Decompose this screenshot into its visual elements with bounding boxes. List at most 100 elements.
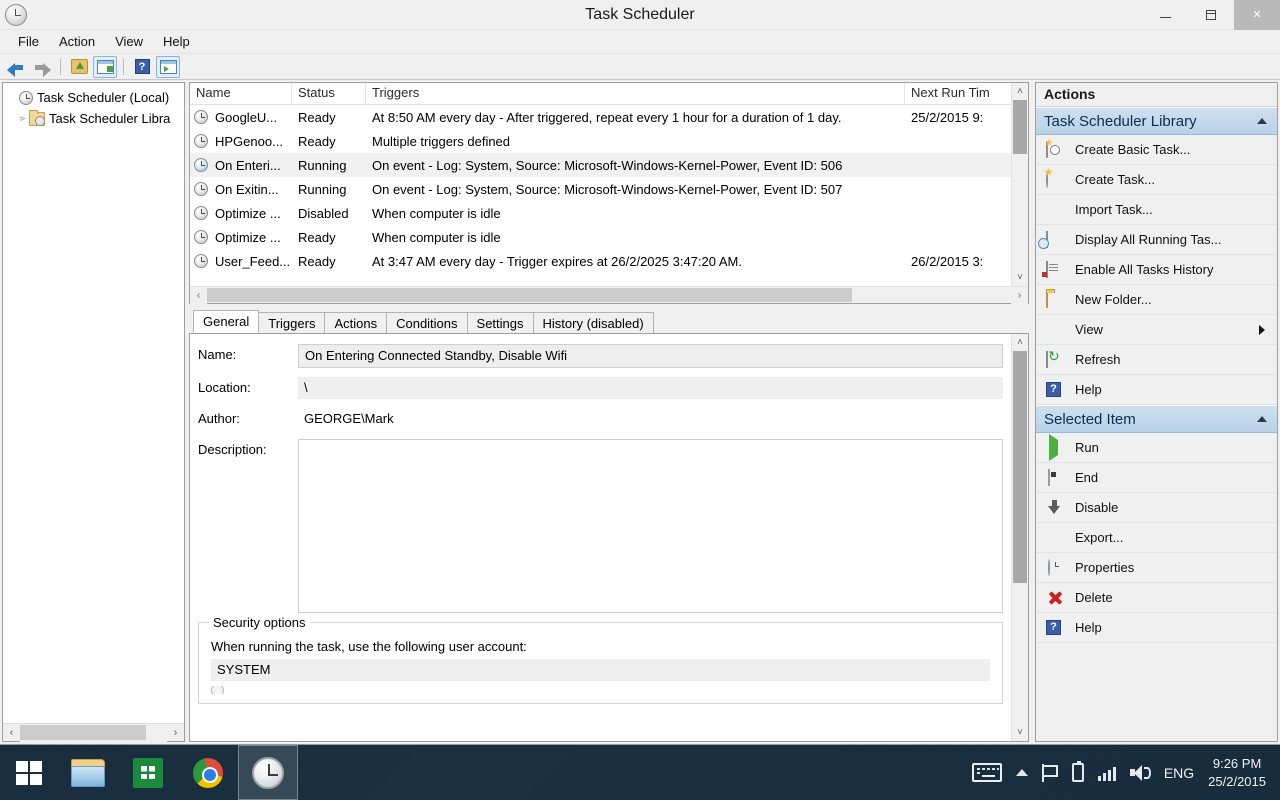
title-bar[interactable]: Task Scheduler × — [0, 0, 1280, 30]
keyboard-icon[interactable] — [972, 763, 1002, 782]
action-view[interactable]: View — [1036, 315, 1277, 345]
task-list-main: Name Status Triggers Next Run Tim Google… — [190, 83, 1028, 286]
action-delete[interactable]: Delete — [1036, 583, 1277, 613]
menu-view[interactable]: View — [105, 32, 153, 51]
run-only-when-user-logged-on-radio[interactable] — [211, 686, 990, 694]
action-disable[interactable]: Disable — [1036, 493, 1277, 523]
caret-up-icon[interactable] — [1257, 118, 1267, 124]
language-indicator[interactable]: ENG — [1164, 765, 1194, 781]
window-body: Task Scheduler (Local) ▹ Task Scheduler … — [0, 80, 1280, 744]
user-account-value: SYSTEM — [211, 659, 990, 681]
menu-file[interactable]: File — [8, 32, 49, 51]
taskbar-app-store[interactable] — [118, 745, 178, 800]
action-help-selected[interactable]: ? Help — [1036, 613, 1277, 643]
scroll-thumb[interactable] — [207, 288, 852, 302]
task-name-text: On Enteri... — [215, 158, 281, 173]
radio-icon[interactable] — [211, 686, 224, 694]
action-new-folder[interactable]: New Folder... — [1036, 285, 1277, 315]
back-button[interactable] — [4, 56, 28, 78]
taskbar-app-chrome[interactable] — [178, 745, 238, 800]
scroll-track[interactable] — [207, 287, 1011, 304]
general-tab-vertical-scrollbar[interactable]: ˄ ˅ — [1011, 334, 1028, 741]
scroll-up-icon[interactable]: ˄ — [1012, 334, 1028, 351]
scroll-track[interactable] — [1012, 100, 1028, 269]
action-export[interactable]: Export... — [1036, 523, 1277, 553]
scroll-track[interactable] — [1012, 351, 1028, 724]
minimize-button[interactable] — [1142, 0, 1188, 30]
tab-history[interactable]: History (disabled) — [533, 312, 654, 333]
flag-icon[interactable] — [1042, 764, 1058, 782]
table-row[interactable]: Optimize ... Ready When computer is idle — [190, 225, 1011, 249]
clock[interactable]: 9:26 PM 25/2/2015 — [1208, 755, 1268, 791]
scroll-right-icon[interactable]: › — [1011, 287, 1028, 304]
tab-triggers[interactable]: Triggers — [258, 312, 325, 333]
scroll-track[interactable] — [20, 724, 167, 742]
tab-actions[interactable]: Actions — [324, 312, 387, 333]
action-help-library[interactable]: ? Help — [1036, 375, 1277, 405]
description-field[interactable] — [298, 439, 1003, 613]
battery-icon[interactable] — [1072, 763, 1084, 782]
tab-settings[interactable]: Settings — [467, 312, 534, 333]
actions-group-selected-item[interactable]: Selected Item — [1036, 405, 1277, 433]
action-create-task[interactable]: Create Task... — [1036, 165, 1277, 195]
task-list-vertical-scrollbar[interactable]: ˄ ˅ — [1011, 83, 1028, 286]
menu-action[interactable]: Action — [49, 32, 105, 51]
scroll-right-icon[interactable]: › — [167, 727, 184, 739]
action-properties[interactable]: Properties — [1036, 553, 1277, 583]
table-row[interactable]: Optimize ... Disabled When computer is i… — [190, 201, 1011, 225]
scroll-thumb[interactable] — [1013, 351, 1027, 583]
scroll-thumb[interactable] — [20, 725, 146, 740]
scroll-left-icon[interactable]: ‹ — [190, 287, 207, 304]
column-header-name[interactable]: Name — [190, 83, 292, 104]
signal-bars-icon[interactable] — [1098, 765, 1116, 781]
scroll-left-icon[interactable]: ‹ — [3, 727, 20, 739]
tab-conditions[interactable]: Conditions — [386, 312, 467, 333]
chevron-right-icon[interactable]: ▹ — [17, 113, 29, 124]
scroll-down-icon[interactable]: ˅ — [1012, 269, 1028, 286]
action-import-task[interactable]: Import Task... — [1036, 195, 1277, 225]
table-row[interactable]: User_Feed... Ready At 3:47 AM every day … — [190, 249, 1011, 273]
help-button[interactable]: ? — [130, 56, 154, 78]
start-button[interactable] — [0, 745, 58, 800]
scroll-up-icon[interactable]: ˄ — [1012, 83, 1028, 100]
cell-name: Optimize ... — [190, 206, 292, 221]
column-header-triggers[interactable]: Triggers — [366, 83, 905, 104]
action-display-all-running-tasks[interactable]: Display All Running Tas... — [1036, 225, 1277, 255]
forward-arrow-icon — [33, 60, 51, 74]
cell-triggers: When computer is idle — [366, 230, 905, 245]
action-enable-all-tasks-history[interactable]: Enable All Tasks History — [1036, 255, 1277, 285]
table-row-selected[interactable]: On Enteri... Running On event - Log: Sys… — [190, 153, 1011, 177]
menu-help[interactable]: Help — [153, 32, 200, 51]
column-header-status[interactable]: Status — [292, 83, 366, 104]
action-end[interactable]: End — [1036, 463, 1277, 493]
table-row[interactable]: GoogleU... Ready At 8:50 AM every day - … — [190, 105, 1011, 129]
cell-status: Ready — [292, 254, 366, 269]
volume-icon[interactable] — [1130, 764, 1150, 782]
name-field[interactable]: On Entering Connected Standby, Disable W… — [298, 344, 1003, 368]
caret-up-icon[interactable] — [1257, 416, 1267, 422]
forward-button[interactable] — [30, 56, 54, 78]
show-hidden-icons-caret[interactable] — [1016, 769, 1028, 776]
table-row[interactable]: On Exitin... Running On event - Log: Sys… — [190, 177, 1011, 201]
table-row[interactable]: HPGenoo... Ready Multiple triggers defin… — [190, 129, 1011, 153]
tree-item-task-scheduler-local[interactable]: Task Scheduler (Local) — [3, 87, 184, 108]
maximize-button[interactable] — [1188, 0, 1234, 30]
scroll-thumb[interactable] — [1013, 100, 1027, 154]
up-one-level-button[interactable] — [67, 56, 91, 78]
scroll-down-icon[interactable]: ˅ — [1012, 724, 1028, 741]
action-run[interactable]: Run — [1036, 433, 1277, 463]
actions-group-task-scheduler-library[interactable]: Task Scheduler Library — [1036, 107, 1277, 135]
tree-horizontal-scrollbar[interactable]: ‹ › — [3, 723, 184, 741]
action-create-basic-task[interactable]: Create Basic Task... — [1036, 135, 1277, 165]
tab-general[interactable]: General — [193, 310, 259, 333]
task-detail-pane: General Triggers Actions Conditions Sett… — [189, 310, 1029, 742]
taskbar-app-file-explorer[interactable] — [58, 745, 118, 800]
column-header-next-run-time[interactable]: Next Run Tim — [905, 83, 1011, 104]
taskbar-app-task-scheduler[interactable] — [238, 745, 298, 800]
close-button[interactable]: × — [1234, 0, 1280, 30]
show-hide-console-tree-button[interactable] — [93, 56, 117, 78]
task-list-horizontal-scrollbar[interactable]: ‹ › — [190, 286, 1028, 303]
tree-item-task-scheduler-library[interactable]: ▹ Task Scheduler Libra — [3, 108, 184, 129]
show-hide-action-pane-button[interactable] — [156, 56, 180, 78]
action-refresh[interactable]: Refresh — [1036, 345, 1277, 375]
